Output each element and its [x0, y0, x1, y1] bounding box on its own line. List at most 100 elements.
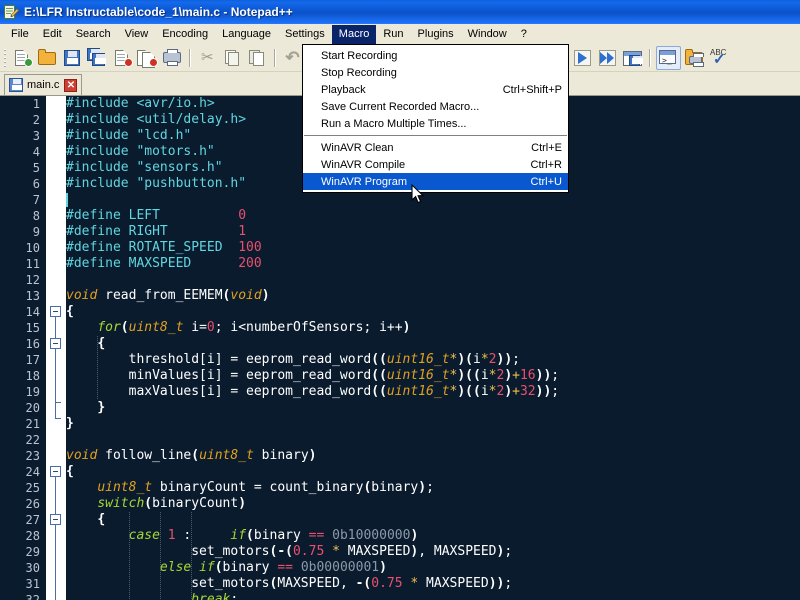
code-line[interactable]: void read_from_EEMEM(void) [46, 288, 800, 304]
code-text: #define ROTATE_SPEED 100 [66, 240, 262, 256]
menu-encoding[interactable]: Encoding [155, 25, 215, 44]
open-folder-icon[interactable] [683, 47, 706, 69]
close-file-icon[interactable] [111, 47, 134, 69]
code-text: set_motors(-(0.75 * MAXSPEED), MAXSPEED)… [66, 544, 512, 560]
line-number: 31 [0, 576, 40, 592]
indent-guide [97, 336, 98, 352]
copy-icon[interactable] [221, 47, 244, 69]
menu-item-winavr-clean[interactable]: WinAVR CleanCtrl+E [303, 139, 568, 156]
code-line[interactable] [46, 272, 800, 288]
code-text: { [66, 304, 74, 320]
print-icon[interactable] [161, 47, 184, 69]
save-macro-icon[interactable] [621, 47, 644, 69]
indent-guide [191, 576, 192, 592]
indent-guide [160, 544, 161, 560]
code-line[interactable]: switch(binaryCount) [46, 496, 800, 512]
code-line[interactable]: void follow_line(uint8_t binary) [46, 448, 800, 464]
playback-icon[interactable] [571, 47, 594, 69]
code-text: #define MAXSPEED 200 [66, 256, 262, 272]
toolbar-separator [274, 49, 276, 67]
save-all-icon[interactable] [86, 47, 109, 69]
menu-run[interactable]: Run [376, 25, 410, 44]
line-number: 24 [0, 464, 40, 480]
code-line[interactable]: maxValues[i] = eeprom_read_word((uint16_… [46, 384, 800, 400]
menu-window[interactable]: Window [461, 25, 514, 44]
run-console-icon[interactable]: >_ [656, 46, 681, 70]
menu-item-label: Start Recording [321, 50, 397, 62]
line-number: 9 [0, 224, 40, 240]
paste-icon[interactable] [246, 47, 269, 69]
code-line[interactable]: } [46, 400, 800, 416]
window-title: E:\LFR Instructable\code_1\main.c - Note… [24, 5, 293, 19]
menu-separator [304, 135, 567, 136]
code-text: #define LEFT 0 [66, 208, 246, 224]
menu-language[interactable]: Language [215, 25, 278, 44]
code-line[interactable]: } [46, 416, 800, 432]
code-line[interactable]: #define ROTATE_SPEED 100 [46, 240, 800, 256]
code-text: switch(binaryCount) [66, 496, 246, 512]
menu-item-shortcut: Ctrl+Shift+P [483, 84, 562, 96]
run-macro-multiple-icon[interactable] [596, 47, 619, 69]
code-line[interactable]: threshold[i] = eeprom_read_word((uint16_… [46, 352, 800, 368]
menu-help[interactable]: ? [514, 25, 534, 44]
undo-icon[interactable]: ↶ [281, 47, 304, 69]
line-number: 32 [0, 592, 40, 600]
menu-plugins[interactable]: Plugins [411, 25, 461, 44]
close-icon[interactable]: ✕ [64, 79, 77, 92]
line-number: 6 [0, 176, 40, 192]
code-line[interactable]: #define LEFT 0 [46, 208, 800, 224]
menu-bar: File Edit Search View Encoding Language … [0, 24, 800, 44]
toolbar-grip[interactable] [2, 47, 8, 69]
code-line[interactable]: { [46, 336, 800, 352]
menu-file[interactable]: File [4, 25, 36, 44]
menu-edit[interactable]: Edit [36, 25, 69, 44]
code-line[interactable] [46, 432, 800, 448]
menu-item-save-current-recorded-macro[interactable]: Save Current Recorded Macro... [303, 98, 568, 115]
indent-guide [191, 544, 192, 560]
menu-item-shortcut: Ctrl+U [511, 176, 562, 188]
code-text: case 1 : if(binary == 0b10000000) [66, 528, 418, 544]
code-text: #include "motors.h" [66, 144, 215, 160]
code-text: minValues[i] = eeprom_read_word((uint16_… [66, 368, 559, 384]
menu-settings[interactable]: Settings [278, 25, 332, 44]
notepad-plus-plus-icon [3, 4, 19, 20]
close-all-files-icon[interactable] [136, 47, 159, 69]
menu-item-playback[interactable]: PlaybackCtrl+Shift+P [303, 81, 568, 98]
indent-guide [97, 384, 98, 400]
menu-item-label: Save Current Recorded Macro... [321, 101, 479, 113]
line-number: 23 [0, 448, 40, 464]
line-number: 2 [0, 112, 40, 128]
menu-item-run-a-macro-multiple-times[interactable]: Run a Macro Multiple Times... [303, 115, 568, 132]
open-file-icon[interactable] [36, 47, 59, 69]
code-text: else if(binary == 0b00000001) [66, 560, 387, 576]
menu-macro[interactable]: Macro [332, 25, 377, 44]
code-text: { [66, 336, 105, 352]
cut-icon[interactable]: ✂ [196, 47, 219, 69]
code-line[interactable]: for(uint8_t i=0; i<numberOfSensors; i++) [46, 320, 800, 336]
indent-guide [129, 576, 130, 592]
menu-item-start-recording[interactable]: Start Recording [303, 47, 568, 64]
code-line[interactable]: { [46, 304, 800, 320]
line-number: 27 [0, 512, 40, 528]
line-number: 7 [0, 192, 40, 208]
code-line[interactable]: #define MAXSPEED 200 [46, 256, 800, 272]
menu-item-stop-recording[interactable]: Stop Recording [303, 64, 568, 81]
indent-guide [129, 592, 130, 600]
menu-search[interactable]: Search [69, 25, 118, 44]
code-line[interactable]: { [46, 464, 800, 480]
spell-check-icon[interactable]: ABC✓ [708, 47, 731, 69]
menu-view[interactable]: View [118, 25, 156, 44]
line-number: 29 [0, 544, 40, 560]
menu-item-winavr-compile[interactable]: WinAVR CompileCtrl+R [303, 156, 568, 173]
new-file-icon[interactable] [11, 47, 34, 69]
menu-item-winavr-program[interactable]: WinAVR ProgramCtrl+U [303, 173, 568, 190]
line-number: 22 [0, 432, 40, 448]
indent-guide [191, 560, 192, 576]
tab-main-c[interactable]: main.c ✕ [4, 74, 82, 95]
code-line[interactable]: uint8_t binaryCount = count_binary(binar… [46, 480, 800, 496]
code-line[interactable]: #define RIGHT 1 [46, 224, 800, 240]
code-line[interactable]: minValues[i] = eeprom_read_word((uint16_… [46, 368, 800, 384]
line-number: 28 [0, 528, 40, 544]
save-icon[interactable] [61, 47, 84, 69]
code-text: #include "lcd.h" [66, 128, 191, 144]
